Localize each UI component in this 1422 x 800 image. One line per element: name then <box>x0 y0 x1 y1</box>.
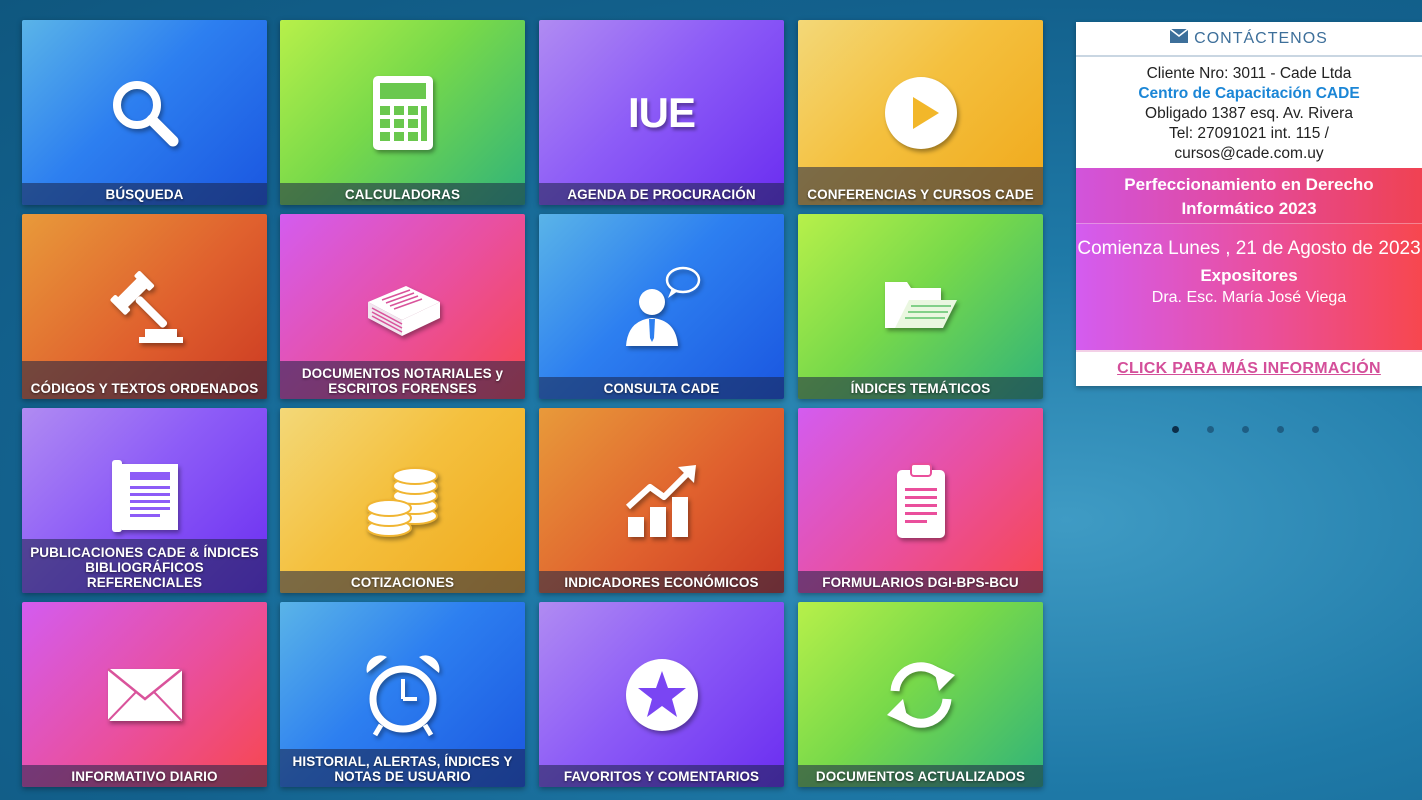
carousel-dot-5[interactable] <box>1312 426 1319 433</box>
tile-busqueda[interactable]: BÚSQUEDA <box>22 20 267 205</box>
document-stack-icon <box>280 264 525 349</box>
tile-label: CÓDIGOS Y TEXTOS ORDENADOS <box>22 361 267 399</box>
client-number: Cliente Nro: 3011 - Cade Ltda <box>1146 65 1352 82</box>
tile-label: CALCULADORAS <box>280 183 525 205</box>
envelope-icon <box>22 652 267 737</box>
promo-banner[interactable]: Perfeccionamiento en Derecho Informático… <box>1076 168 1422 352</box>
address: Obligado 1387 esq. Av. Rivera <box>1145 105 1353 122</box>
tile-agenda-procuracion[interactable]: IUE AGENDA DE PROCURACIÓN <box>539 20 784 205</box>
client-info: Cliente Nro: 3011 - Cade Ltda Centro de … <box>1076 57 1422 164</box>
star-icon <box>539 652 784 737</box>
brand-name: Centro de Capacitación CADE <box>1138 85 1360 102</box>
tile-favoritos[interactable]: FAVORITOS Y COMENTARIOS <box>539 602 784 787</box>
iue-text-icon: IUE <box>539 70 784 155</box>
contact-panel: CONTÁCTENOS Cliente Nro: 3011 - Cade Ltd… <box>1076 22 1422 386</box>
calculator-icon <box>280 70 525 155</box>
tile-consulta-cade[interactable]: CONSULTA CADE <box>539 214 784 399</box>
tile-informativo-diario[interactable]: INFORMATIVO DIARIO <box>22 602 267 787</box>
tile-label: PUBLICACIONES CADE & ÍNDICES BIBLIOGRÁFI… <box>22 539 267 593</box>
speakers-title: Expositores <box>1200 266 1298 285</box>
carousel-dots <box>1172 426 1319 433</box>
promo-date: Comienza Lunes , 21 de Agosto de 2023 <box>1077 238 1421 259</box>
tile-label: INDICADORES ECONÓMICOS <box>539 571 784 593</box>
carousel-dot-2[interactable] <box>1207 426 1214 433</box>
search-icon <box>22 70 267 155</box>
tile-label: ÍNDICES TEMÁTICOS <box>798 377 1043 399</box>
tile-label: COTIZACIONES <box>280 571 525 593</box>
tile-historial[interactable]: HISTORIAL, ALERTAS, ÍNDICES Y NOTAS DE U… <box>280 602 525 787</box>
carousel-dot-1[interactable] <box>1172 426 1179 433</box>
envelope-icon <box>1169 28 1189 48</box>
gavel-icon <box>22 264 267 349</box>
promo-title: Perfeccionamiento en Derecho Informático… <box>1076 168 1422 224</box>
tile-label: AGENDA DE PROCURACIÓN <box>539 183 784 205</box>
newspaper-icon <box>22 456 267 536</box>
play-icon <box>798 70 1043 155</box>
tile-label: DOCUMENTOS NOTARIALES y ESCRITOS FORENSE… <box>280 361 525 399</box>
tile-publicaciones[interactable]: PUBLICACIONES CADE & ÍNDICES BIBLIOGRÁFI… <box>22 408 267 593</box>
tile-label: INFORMATIVO DIARIO <box>22 765 267 787</box>
consultant-icon <box>539 262 784 347</box>
phone: Tel: 27091021 int. 115 / <box>1168 125 1329 142</box>
more-info-label: CLICK PARA MÁS INFORMACIÓN <box>1117 360 1381 377</box>
coins-icon <box>280 458 525 543</box>
carousel-dot-4[interactable] <box>1277 426 1284 433</box>
tile-indicadores[interactable]: INDICADORES ECONÓMICOS <box>539 408 784 593</box>
iue-icon-text: IUE <box>627 88 696 136</box>
tile-documentos-actualizados[interactable]: DOCUMENTOS ACTUALIZADOS <box>798 602 1043 787</box>
tile-label: DOCUMENTOS ACTUALIZADOS <box>798 765 1043 787</box>
refresh-icon <box>798 652 1043 737</box>
tile-grid: BÚSQUEDA CALCULADORAS IUE AGENDA DE PROC… <box>0 0 1060 800</box>
tile-codigos[interactable]: CÓDIGOS Y TEXTOS ORDENADOS <box>22 214 267 399</box>
folder-open-icon <box>798 264 1043 349</box>
tile-conferencias[interactable]: CONFERENCIAS Y CURSOS CADE <box>798 20 1043 205</box>
tile-documentos-notariales[interactable]: DOCUMENTOS NOTARIALES y ESCRITOS FORENSE… <box>280 214 525 399</box>
clipboard-icon <box>798 458 1043 543</box>
alarm-clock-icon <box>280 652 525 737</box>
tile-label: BÚSQUEDA <box>22 183 267 205</box>
speaker-name: Dra. Esc. María José Viega <box>1151 289 1347 306</box>
tile-label: CONSULTA CADE <box>539 377 784 399</box>
tile-calculadoras[interactable]: CALCULADORAS <box>280 20 525 205</box>
tile-label: HISTORIAL, ALERTAS, ÍNDICES Y NOTAS DE U… <box>280 749 525 787</box>
carousel-dot-3[interactable] <box>1242 426 1249 433</box>
contact-header[interactable]: CONTÁCTENOS <box>1076 22 1422 57</box>
tile-label: CONFERENCIAS Y CURSOS CADE <box>798 167 1043 205</box>
tile-label: FORMULARIOS DGI-BPS-BCU <box>798 571 1043 593</box>
email[interactable]: cursos@cade.com.uy <box>1076 144 1422 164</box>
tile-formularios[interactable]: FORMULARIOS DGI-BPS-BCU <box>798 408 1043 593</box>
more-info-link[interactable]: CLICK PARA MÁS INFORMACIÓN <box>1076 350 1422 386</box>
tile-indices-tematicos[interactable]: ÍNDICES TEMÁTICOS <box>798 214 1043 399</box>
growth-chart-icon <box>539 458 784 543</box>
tile-cotizaciones[interactable]: COTIZACIONES <box>280 408 525 593</box>
tile-label: FAVORITOS Y COMENTARIOS <box>539 765 784 787</box>
contact-heading: CONTÁCTENOS <box>1194 29 1328 47</box>
